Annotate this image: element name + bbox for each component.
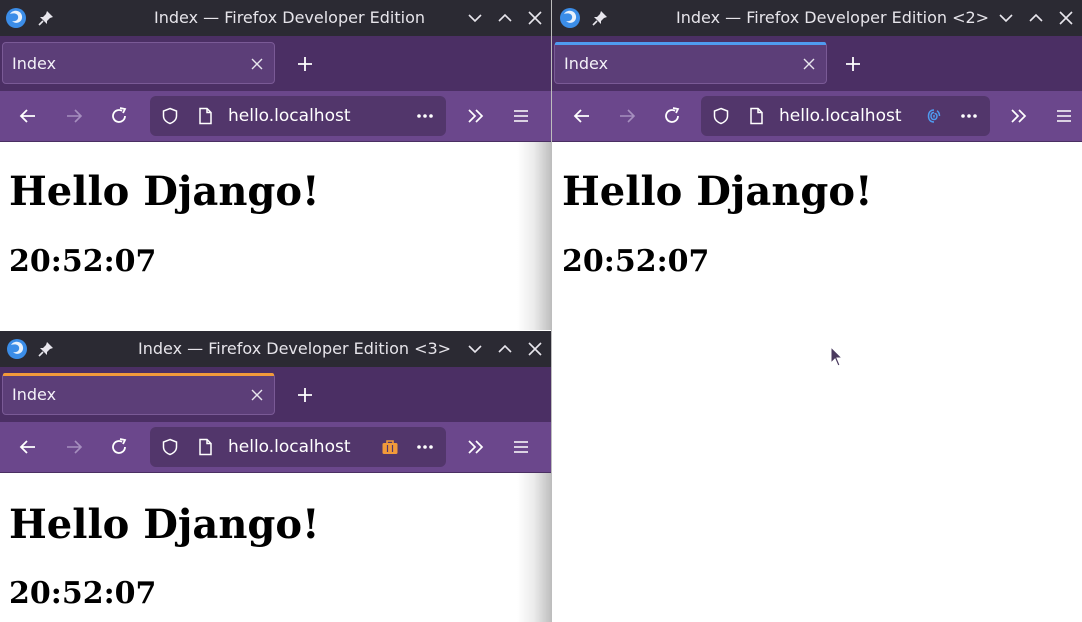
new-tab-icon[interactable]: [844, 55, 862, 73]
reload-icon[interactable]: [109, 437, 129, 457]
time-display: 20:52:07: [9, 576, 157, 611]
title-bar[interactable]: Index — Firefox Developer Edition <3>: [0, 331, 551, 367]
tab-index[interactable]: Index: [2, 373, 275, 415]
shield-icon[interactable]: [712, 107, 730, 125]
page-actions-icon[interactable]: [960, 107, 978, 125]
briefcase-icon[interactable]: [381, 438, 399, 456]
close-tab-icon[interactable]: [250, 57, 264, 71]
url-text[interactable]: hello.localhost: [228, 427, 351, 467]
browser-window-3: Index — Firefox Developer Edition <3> In…: [0, 331, 551, 622]
tab-strip: Index: [0, 367, 551, 422]
browser-window-2: Index — Firefox Developer Edition <2> In…: [552, 0, 1082, 622]
maximize-icon[interactable]: [496, 340, 514, 358]
firefox-logo-icon: [7, 339, 27, 359]
tab-index[interactable]: Index: [554, 42, 827, 84]
new-tab-icon[interactable]: [296, 55, 314, 73]
minimize-icon[interactable]: [466, 340, 484, 358]
page-content: Hello Django! 20:52:07: [0, 142, 551, 330]
close-window-icon[interactable]: [526, 9, 544, 27]
window-title: Index — Firefox Developer Edition: [154, 8, 425, 27]
minimize-icon[interactable]: [466, 9, 484, 27]
url-bar[interactable]: hello.localhost: [150, 96, 446, 136]
pin-icon[interactable]: [38, 341, 54, 357]
page-heading: Hello Django!: [9, 501, 320, 548]
time-display: 20:52:07: [562, 244, 710, 279]
shield-icon[interactable]: [161, 438, 179, 456]
back-icon[interactable]: [572, 106, 592, 126]
new-tab-icon[interactable]: [296, 386, 314, 404]
page-actions-icon[interactable]: [416, 438, 434, 456]
page-heading: Hello Django!: [562, 168, 873, 215]
url-text[interactable]: hello.localhost: [779, 96, 902, 136]
shield-icon[interactable]: [161, 107, 179, 125]
firefox-logo-icon: [6, 8, 26, 28]
page-icon[interactable]: [747, 107, 765, 125]
page-icon[interactable]: [196, 107, 214, 125]
navigation-toolbar: hello.localhost: [0, 91, 551, 142]
maximize-icon[interactable]: [496, 9, 514, 27]
fingerprint-icon[interactable]: [925, 107, 943, 125]
page-heading: Hello Django!: [9, 168, 320, 215]
time-display: 20:52:07: [9, 244, 157, 279]
hamburger-menu-icon[interactable]: [1054, 106, 1074, 126]
pin-icon[interactable]: [38, 10, 54, 26]
page-actions-icon[interactable]: [416, 107, 434, 125]
close-tab-icon[interactable]: [250, 388, 264, 402]
window-title: Index — Firefox Developer Edition <3>: [138, 339, 452, 358]
overflow-menu-icon[interactable]: [1009, 106, 1029, 126]
hamburger-menu-icon[interactable]: [511, 106, 531, 126]
url-text[interactable]: hello.localhost: [228, 96, 351, 136]
url-bar[interactable]: hello.localhost: [701, 96, 990, 136]
page-icon[interactable]: [196, 438, 214, 456]
back-icon[interactable]: [18, 437, 38, 457]
window-title: Index — Firefox Developer Edition <2>: [676, 8, 990, 27]
tab-label: Index: [12, 385, 57, 404]
reload-icon[interactable]: [662, 106, 682, 126]
back-icon[interactable]: [18, 106, 38, 126]
tab-label: Index: [564, 54, 609, 73]
tab-label: Index: [12, 54, 57, 73]
pin-icon[interactable]: [592, 10, 608, 26]
forward-icon[interactable]: [64, 106, 84, 126]
close-tab-icon[interactable]: [802, 57, 816, 71]
reload-icon[interactable]: [109, 106, 129, 126]
url-bar[interactable]: hello.localhost: [150, 427, 446, 467]
overflow-menu-icon[interactable]: [466, 437, 486, 457]
page-content: Hello Django! 20:52:07: [552, 142, 1082, 622]
window-edge-shadow: [517, 142, 551, 330]
browser-window-1: Index — Firefox Developer Edition Index …: [0, 0, 551, 330]
navigation-toolbar: hello.localhost: [0, 422, 551, 473]
forward-icon[interactable]: [64, 437, 84, 457]
tab-strip: Index: [0, 36, 551, 91]
title-bar[interactable]: Index — Firefox Developer Edition: [0, 0, 551, 36]
close-window-icon[interactable]: [526, 340, 544, 358]
window-edge-shadow: [517, 473, 551, 622]
firefox-logo-icon: [560, 8, 580, 28]
window-divider: [551, 0, 552, 622]
tab-index[interactable]: Index: [2, 42, 275, 84]
maximize-icon[interactable]: [1027, 9, 1045, 27]
page-content: Hello Django! 20:52:07: [0, 473, 551, 622]
title-bar[interactable]: Index — Firefox Developer Edition <2>: [552, 0, 1082, 36]
tab-strip: Index: [552, 36, 1082, 91]
mouse-cursor-icon: [830, 346, 844, 367]
minimize-icon[interactable]: [997, 9, 1015, 27]
navigation-toolbar: hello.localhost: [552, 91, 1082, 142]
forward-icon[interactable]: [617, 106, 637, 126]
overflow-menu-icon[interactable]: [466, 106, 486, 126]
close-window-icon[interactable]: [1057, 9, 1075, 27]
hamburger-menu-icon[interactable]: [511, 437, 531, 457]
